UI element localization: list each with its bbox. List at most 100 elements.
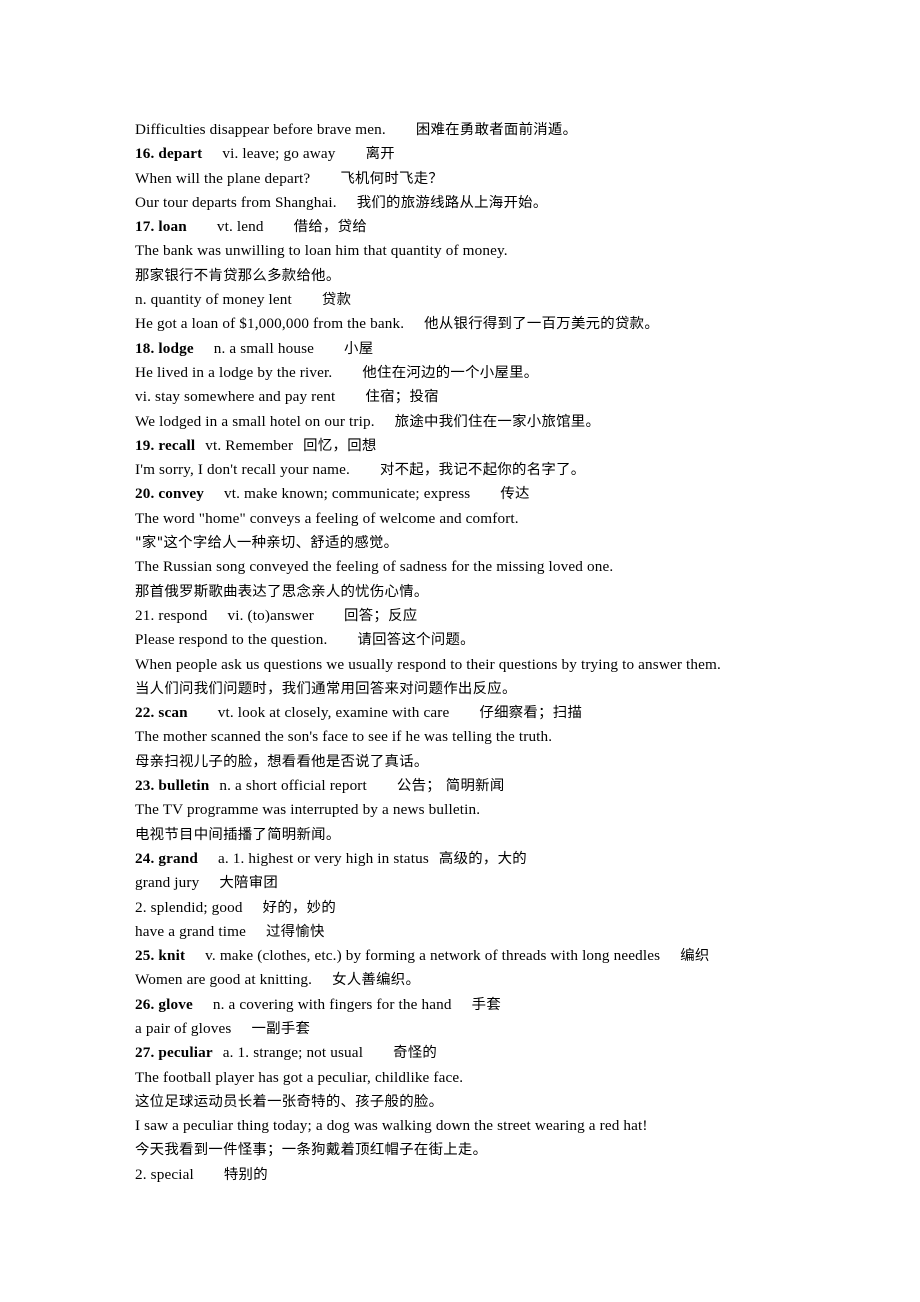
vocabulary-entry-line: 25. knit v. make (clothes, etc.) by formi…	[135, 944, 795, 968]
chinese-text: 请回答这个问题。	[357, 632, 475, 649]
headword: 23. bulletin	[135, 777, 210, 795]
chinese-text: 我们的旅游线路从上海开始。	[356, 194, 548, 211]
text-line: a pair of gloves 一副手套	[135, 1017, 795, 1041]
text-line: The football player has got a peculiar, …	[135, 1066, 795, 1090]
english-text: Please respond to the question.	[135, 631, 328, 649]
vocabulary-entry-line: 20. convey vt. make known; communicate; e…	[135, 482, 795, 506]
vocabulary-entry-line: 19. recall vt. Remember 回忆，回想	[135, 434, 795, 458]
definition: n. a small house	[213, 339, 315, 357]
headword: 20. convey	[135, 485, 205, 503]
chinese-text: 一副手套	[251, 1020, 311, 1037]
text-line: He lived in a lodge by the river. 他住在河边的一…	[135, 361, 795, 385]
headword: 18. lodge	[135, 339, 194, 357]
english-text: 2. splendid; good	[135, 898, 243, 916]
headword: 16. depart	[135, 145, 203, 163]
english-text: vi. stay somewhere and pay rent	[135, 388, 336, 406]
definition: vi. leave; go away	[222, 145, 336, 163]
english-text: He lived in a lodge by the river.	[135, 363, 333, 381]
text-line: The word "home" conveys a feeling of wel…	[135, 507, 795, 531]
headword: 26. glove	[135, 995, 193, 1013]
chinese-gloss: 编织	[680, 948, 710, 965]
chinese-text: 女人善编织。	[332, 972, 421, 989]
chinese-text: 住宿；投宿	[365, 389, 439, 406]
text-line: 2. special 特别的	[135, 1163, 795, 1187]
text-line: I saw a peculiar thing today; a dog was …	[135, 1114, 795, 1138]
text-line: When will the plane depart? 飞机何时飞走？	[135, 167, 795, 191]
text-line: Women are good at knitting. 女人善编织。	[135, 968, 795, 992]
text-line: 母亲扫视儿子的脸，想看看他是否说了真话。	[135, 750, 795, 774]
vocabulary-entry-line: 27. peculiar a. 1. strange; not usual 奇怪的	[135, 1041, 795, 1065]
text-line: 当人们问我们问题时，我们通常用回答来对问题作出反应。	[135, 677, 795, 701]
vocabulary-entry-line: 22. scan vt. look at closely, examine wit…	[135, 701, 795, 725]
vocabulary-entry-line: 17. loan vt. lend 借给，贷给	[135, 215, 795, 239]
chinese-text: 母亲扫视儿子的脸，想看看他是否说了真话。	[135, 753, 429, 770]
text-line: "家"这个字给人一种亲切、舒适的感觉。	[135, 531, 795, 555]
english-text: The mother scanned the son's face to see…	[135, 728, 553, 746]
english-text: When will the plane depart?	[135, 169, 311, 187]
text-line: n. quantity of money lent 贷款	[135, 288, 795, 312]
chinese-text: 那首俄罗斯歌曲表达了思念亲人的忧伤心情。	[135, 583, 429, 600]
text-line: 那首俄罗斯歌曲表达了思念亲人的忧伤心情。	[135, 580, 795, 604]
definition: n. a short official report	[219, 777, 367, 795]
chinese-text: 电视节目中间插播了简明新闻。	[135, 826, 341, 843]
vocabulary-entry-line: 26. glove n. a covering with fingers for …	[135, 993, 795, 1017]
chinese-gloss: 小屋	[344, 340, 374, 357]
definition: vt. look at closely, examine with care	[217, 704, 450, 722]
vocabulary-entry-line: 23. bulletin n. a short official report 公告…	[135, 774, 795, 798]
english-text: Women are good at knitting.	[135, 971, 313, 989]
text-line: 电视节目中间插播了简明新闻。	[135, 823, 795, 847]
chinese-text: 旅途中我们住在一家小旅馆里。	[394, 413, 601, 430]
text-line: Please respond to the question. 请回答这个问题。	[135, 628, 795, 652]
definition: vt. Remember	[205, 436, 294, 454]
chinese-text: 对不起，我记不起你的名字了。	[379, 462, 586, 479]
text-line: When people ask us questions we usually …	[135, 653, 795, 677]
chinese-text: 好的，妙的	[262, 899, 337, 916]
definition: a. 1. highest or very high in status	[217, 849, 429, 867]
chinese-text: 当人们问我们问题时，我们通常用回答来对问题作出反应。	[135, 680, 517, 697]
headword: 19. recall	[135, 436, 196, 454]
chinese-text: 他住在河边的一个小屋里。	[362, 364, 539, 381]
chinese-text: 飞机何时飞走？	[340, 170, 444, 187]
chinese-gloss: 传达	[500, 486, 530, 503]
english-text: I'm sorry, I don't recall your name.	[135, 461, 350, 479]
text-line: grand jury 大陪审团	[135, 871, 795, 895]
text-line: I'm sorry, I don't recall your name. 对不起，…	[135, 458, 795, 482]
headword: 21. respond	[135, 606, 208, 624]
text-line: Difficulties disappear before brave men.…	[135, 118, 795, 142]
headword: 27. peculiar	[135, 1044, 213, 1062]
vocabulary-entry-line: 21. respond vi. (to)answer 回答；反应	[135, 604, 795, 628]
chinese-text: 那家银行不肯贷那么多款给他。	[135, 267, 341, 284]
chinese-gloss: 借给，贷给	[293, 219, 368, 236]
text-line: The Russian song conveyed the feeling of…	[135, 555, 795, 579]
chinese-gloss: 手套	[471, 996, 501, 1013]
english-text: a pair of gloves	[135, 1019, 232, 1037]
chinese-text: 他从银行得到了一百万美元的贷款。	[424, 316, 660, 333]
text-line: 2. splendid; good 好的，妙的	[135, 896, 795, 920]
english-text: The bank was unwilling to loan him that …	[135, 242, 508, 260]
english-text: The football player has got a peculiar, …	[135, 1068, 464, 1086]
vocabulary-entry-line: 24. grand a. 1. highest or very high in s…	[135, 847, 795, 871]
english-text: I saw a peculiar thing today; a dog was …	[135, 1117, 648, 1135]
definition: vt. make known; communicate; express	[224, 485, 471, 503]
chinese-gloss: 回答；反应	[344, 607, 418, 624]
english-text: When people ask us questions we usually …	[135, 655, 721, 673]
chinese-text: 这位足球运动员长着一张奇特的、孩子般的脸。	[135, 1093, 444, 1110]
definition: a. 1. strange; not usual	[222, 1044, 364, 1062]
english-text: We lodged in a small hotel on our trip.	[135, 412, 375, 430]
headword: 22. scan	[135, 704, 188, 722]
vocabulary-entry-line: 18. lodge n. a small house 小屋	[135, 337, 795, 361]
chinese-text: 困难在勇敢者面前消遁。	[415, 122, 578, 138]
english-text: 2. special	[135, 1165, 194, 1183]
definition: v. make (clothes, etc.) by forming a net…	[205, 947, 661, 965]
english-text: have a grand time	[135, 922, 246, 940]
chinese-text: 大陪审团	[219, 875, 279, 892]
english-text: Difficulties disappear before brave men.	[135, 121, 386, 138]
chinese-text: 特别的	[223, 1166, 268, 1183]
chinese-text: 贷款	[321, 292, 352, 309]
text-body: Difficulties disappear before brave men.…	[135, 118, 795, 1187]
chinese-text: "家"这个字给人一种亲切、舒适的感觉。	[135, 535, 399, 552]
english-text: The Russian song conveyed the feeling of…	[135, 558, 614, 576]
text-line: We lodged in a small hotel on our trip. 旅…	[135, 410, 795, 434]
text-line: Our tour departs from Shanghai. 我们的旅游线路从上…	[135, 191, 795, 215]
text-line: 这位足球运动员长着一张奇特的、孩子般的脸。	[135, 1090, 795, 1114]
